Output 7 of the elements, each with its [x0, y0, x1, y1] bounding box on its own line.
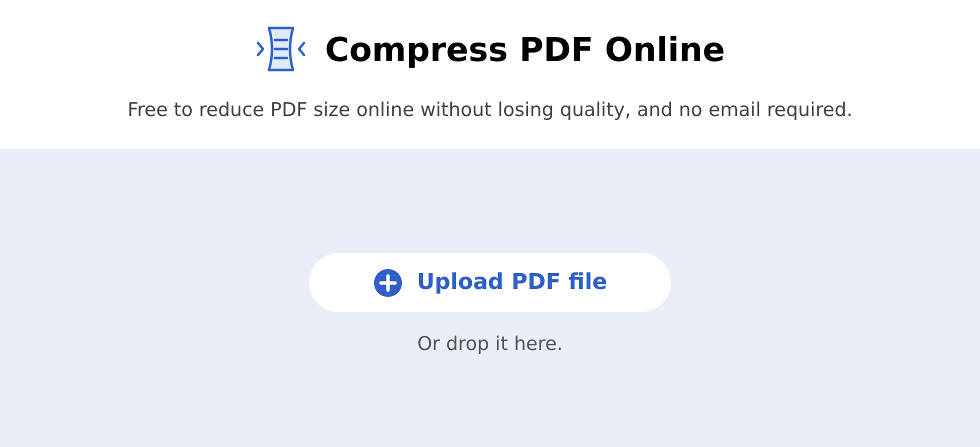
drop-zone[interactable]: Upload PDF file Or drop it here.: [0, 149, 980, 447]
plus-icon: [372, 268, 403, 298]
compress-icon: [255, 24, 307, 74]
page-subtitle: Free to reduce PDF size online without losing quality, and no email required.: [127, 98, 853, 123]
page-title: Compress PDF Online: [325, 32, 725, 66]
upload-button[interactable]: Upload PDF file: [309, 253, 671, 312]
drop-hint: Or drop it here.: [417, 332, 563, 357]
